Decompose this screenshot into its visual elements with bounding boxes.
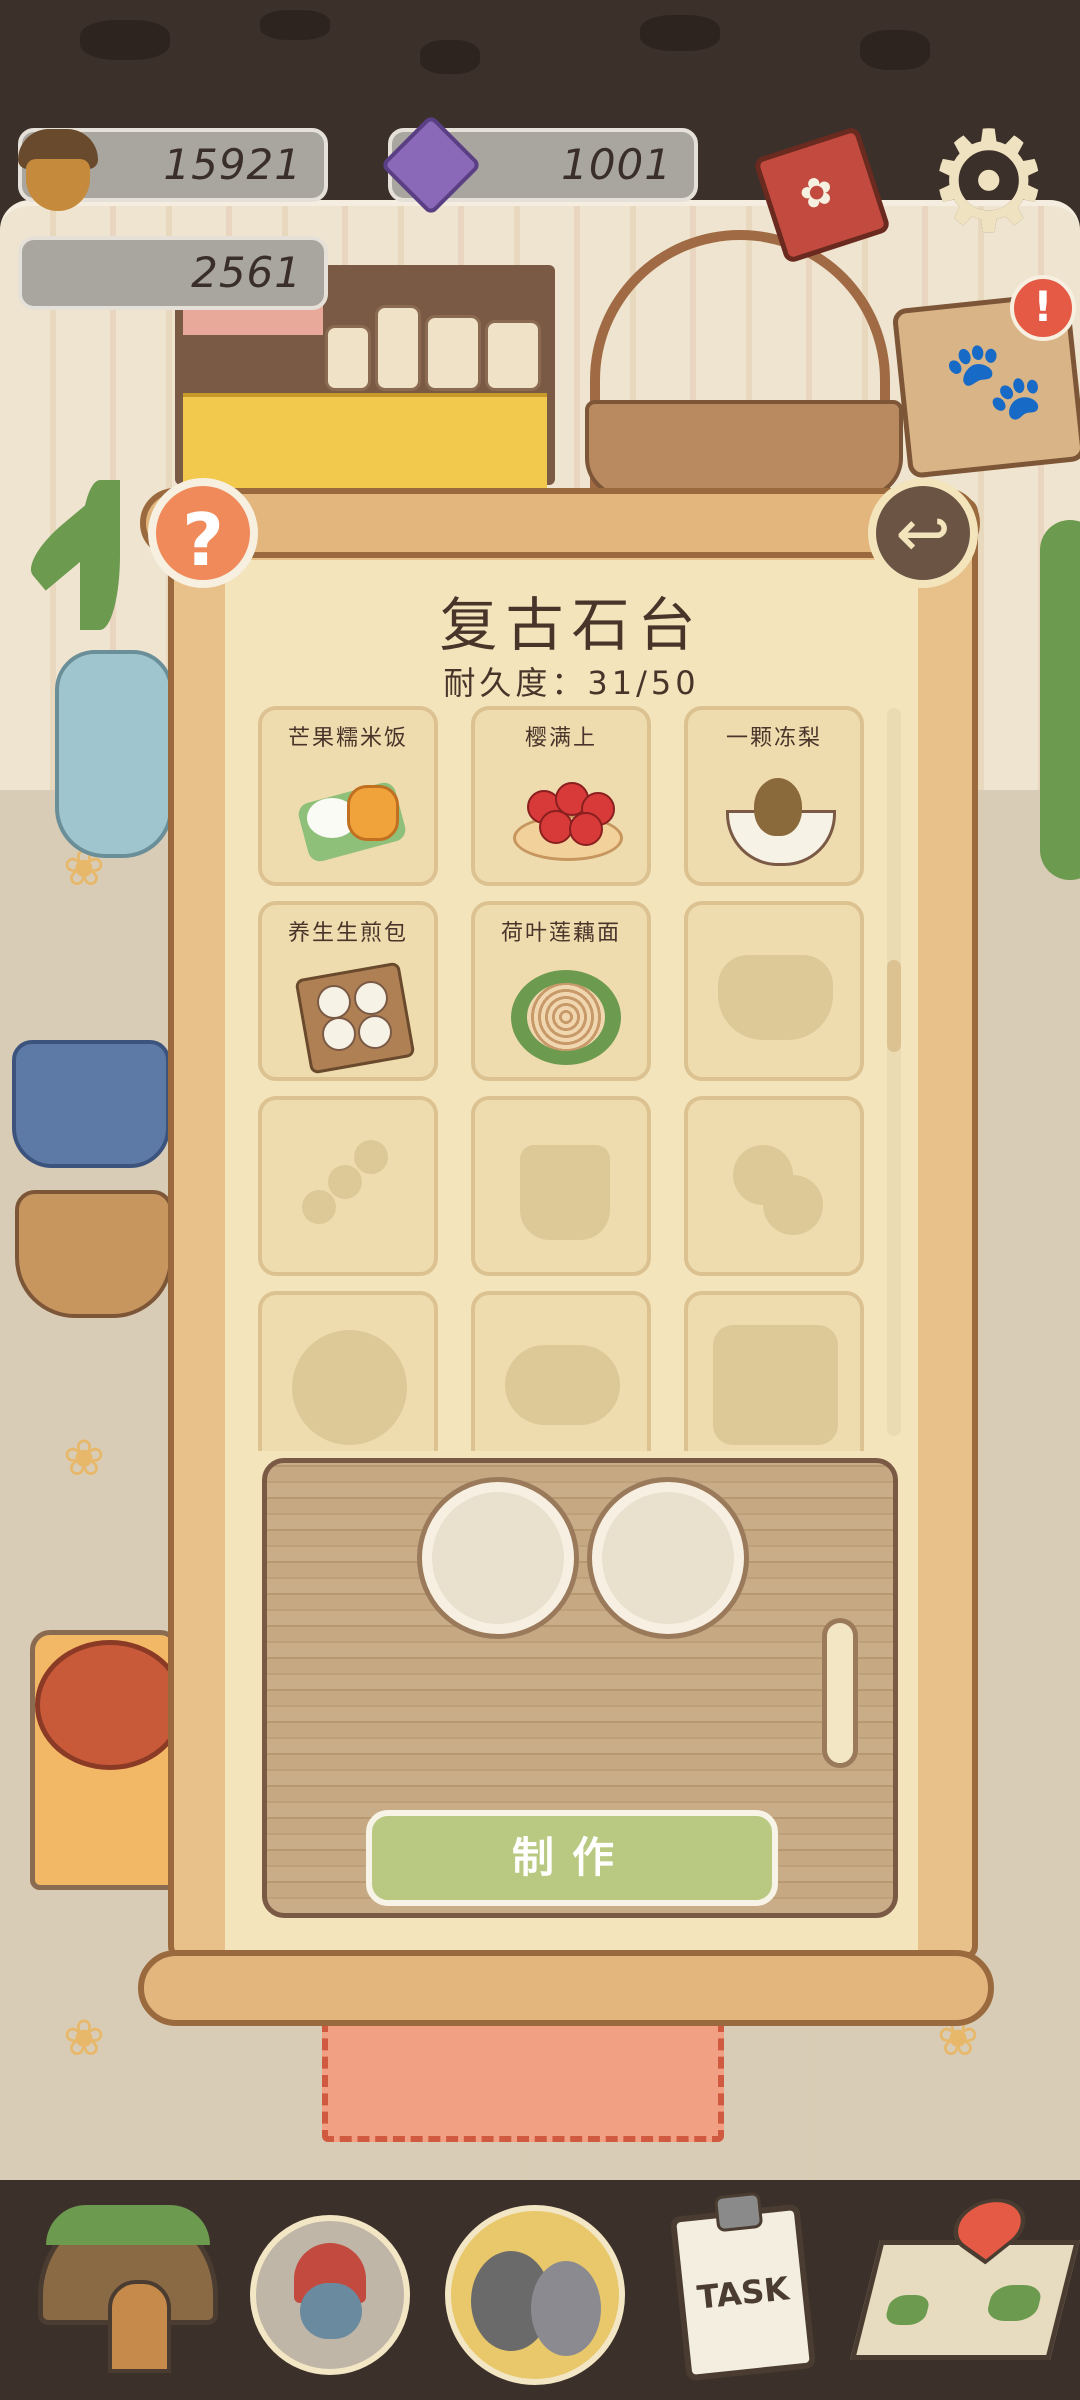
recipe-book-icon[interactable]: ✿ — [752, 120, 892, 265]
make-button[interactable]: 制作 — [366, 1810, 778, 1906]
gem-count: 1001 — [561, 140, 672, 189]
panel-top-rail — [140, 488, 980, 558]
locked-recipe-cell[interactable] — [684, 1096, 864, 1276]
locked-recipe-cell[interactable] — [258, 1096, 438, 1276]
locked-recipe-cell[interactable] — [471, 1096, 651, 1276]
recipe-scroll-thumb[interactable] — [887, 960, 901, 1052]
heart-counter: 2561 — [18, 236, 328, 310]
home-house-icon[interactable] — [38, 2205, 218, 2380]
recipe-name: 芒果糯米饭 — [287, 726, 408, 751]
heart-count: 2561 — [191, 248, 302, 297]
task-label: TASK — [695, 2269, 791, 2317]
panel-bottom-rail — [138, 1950, 994, 2026]
recipe-name: 养生生煎包 — [287, 921, 408, 946]
recipe-cell[interactable]: 樱满上 — [471, 706, 651, 886]
plant-right — [1040, 520, 1080, 880]
map-icon[interactable] — [850, 2187, 1080, 2360]
recipe-name: 一颗冻梨 — [725, 726, 822, 751]
locked-recipe-cell[interactable] — [471, 1291, 651, 1451]
acorn-icon — [14, 125, 102, 213]
recipe-grid: 芒果糯米饭 樱满上 一颗冻梨 养生生煎包 荷叶莲藕面 — [258, 706, 868, 1451]
bench-handle — [822, 1618, 858, 1768]
recipe-cell[interactable]: 养生生煎包 — [258, 901, 438, 1081]
locked-recipe-cell[interactable] — [684, 1291, 864, 1451]
durability-text: 耐久度：31/50 — [443, 664, 700, 702]
back-arrow-icon[interactable]: ↩ — [868, 478, 978, 588]
floor-flower-icon: ❀ — [63, 2009, 105, 2067]
recipe-name: 荷叶莲藕面 — [500, 921, 621, 946]
recipe-cell[interactable]: 芒果糯米饭 — [258, 706, 438, 886]
firewood-basket — [12, 1040, 170, 1168]
vegetable-basket — [15, 1190, 173, 1318]
panel-title: 复古石台 — [439, 591, 704, 659]
character-avatar-icon[interactable] — [250, 2215, 410, 2375]
plant-vase — [55, 650, 173, 858]
birds-icon[interactable] — [445, 2205, 625, 2385]
recipe-cell[interactable]: 荷叶莲藕面 — [471, 901, 651, 1081]
bucket-lid — [35, 1640, 185, 1770]
gem-icon — [380, 114, 482, 216]
help-button[interactable]: ? — [148, 478, 258, 588]
recipe-name: 樱满上 — [524, 726, 597, 751]
ingredient-slot[interactable] — [592, 1482, 744, 1634]
task-clipboard-icon[interactable]: TASK — [669, 2191, 817, 2382]
recipe-scrollbar[interactable] — [887, 708, 901, 1436]
ingredient-slot[interactable] — [422, 1482, 574, 1634]
locked-recipe-cell[interactable] — [684, 901, 864, 1081]
acorn-count: 15921 — [163, 140, 302, 189]
floor-flower-icon: ❀ — [63, 1429, 105, 1487]
settings-gear-icon[interactable]: ⚙ — [926, 113, 1052, 253]
picnic-basket — [585, 400, 903, 498]
alert-badge-icon: ! — [1010, 275, 1076, 341]
locked-recipe-cell[interactable] — [258, 1291, 438, 1451]
rug — [322, 2020, 724, 2142]
recipe-cell[interactable]: 一颗冻梨 — [684, 706, 864, 886]
